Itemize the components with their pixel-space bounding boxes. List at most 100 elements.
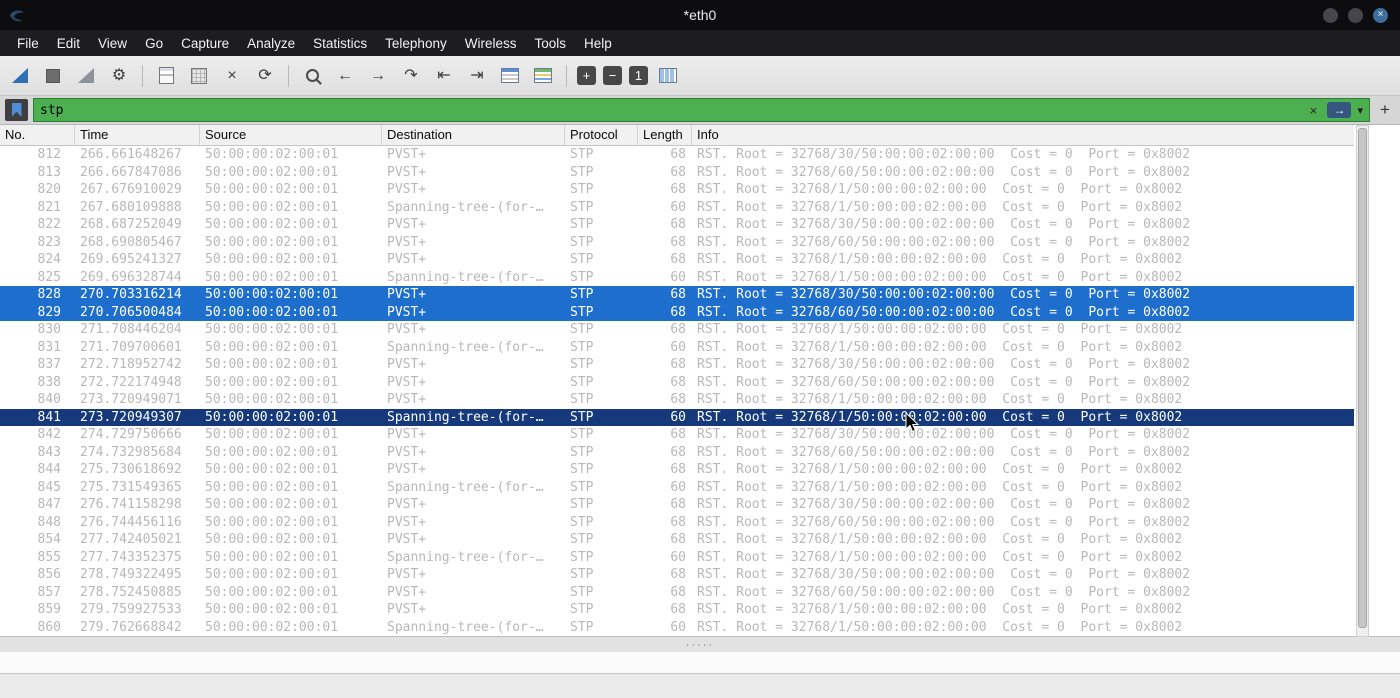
maximize-button[interactable] <box>1348 7 1363 23</box>
scrollbar-thumb[interactable] <box>1358 128 1367 628</box>
colorize-icon[interactable] <box>530 63 556 89</box>
packet-row-844[interactable]: 844 275.730618692 50:00:00:02:00:01 PVST+ ST… <box>0 461 1354 479</box>
packet-row-843[interactable]: 843 274.732985684 50:00:00:02:00:01 PVST+ ST… <box>0 444 1354 462</box>
menu-edit[interactable]: Edit <box>48 30 89 56</box>
last-packet-glyph: ⇥ <box>470 66 484 84</box>
stop-capture-icon[interactable] <box>40 63 66 89</box>
packet-row-848[interactable]: 848 276.744456116 50:00:00:02:00:01 PVST+ ST… <box>0 514 1354 532</box>
save-file-icon[interactable] <box>186 63 212 89</box>
cell-time: 269.695241327 <box>80 252 182 267</box>
find-packet-icon[interactable] <box>299 63 325 89</box>
cell-protocol: STP <box>570 567 594 582</box>
cell-time: 269.696328744 <box>80 269 182 285</box>
packet-row-831[interactable]: 831 271.709700601 50:00:00:02:00:01 Spannin… <box>0 339 1354 357</box>
column-header-protocol[interactable]: Protocol <box>565 125 638 145</box>
cell-source: 50:00:00:02:00:01 <box>205 234 339 250</box>
open-file-icon[interactable] <box>153 63 179 89</box>
go-back-icon[interactable]: ← <box>332 63 358 89</box>
packet-row-840[interactable]: 840 273.720949071 50:00:00:02:00:01 PVST+ ST… <box>0 391 1354 409</box>
go-to-packet-icon[interactable]: ↷ <box>398 63 424 89</box>
zoom-100-icon[interactable]: 1 <box>629 66 648 85</box>
packet-row-857[interactable]: 857 278.752450885 50:00:00:02:00:01 PVST+ ST… <box>0 584 1354 602</box>
column-header-no[interactable]: No. <box>0 125 75 145</box>
auto-scroll-icon[interactable] <box>497 63 523 89</box>
go-forward-icon[interactable]: → <box>365 63 391 89</box>
start-capture-icon[interactable] <box>7 63 33 89</box>
zoom-out-icon[interactable]: − <box>603 66 622 85</box>
menu-statistics[interactable]: Statistics <box>304 30 376 56</box>
packet-row-855[interactable]: 855 277.743352375 50:00:00:02:00:01 Spannin… <box>0 549 1354 567</box>
filter-add-button[interactable]: + <box>1375 100 1395 120</box>
cell-destination: PVST+ <box>387 392 427 407</box>
zoom-in-icon[interactable]: + <box>577 66 596 85</box>
packet-row-820[interactable]: 820 267.676910029 50:00:00:02:00:01 PVST+ ST… <box>0 181 1354 199</box>
menu-telephony[interactable]: Telephony <box>376 30 456 56</box>
first-packet-icon[interactable]: ⇤ <box>431 63 457 89</box>
packet-row-854[interactable]: 854 277.742405021 50:00:00:02:00:01 PVST+ ST… <box>0 531 1354 549</box>
close-file-icon[interactable]: × <box>219 63 245 89</box>
cell-time: 266.661648267 <box>80 147 182 162</box>
cell-protocol: STP <box>570 392 594 407</box>
filter-bookmark-button[interactable] <box>5 99 28 121</box>
display-filter-field[interactable]: stp × → ▾ <box>33 98 1370 122</box>
toolbar-separator <box>142 64 143 87</box>
packet-row-842[interactable]: 842 274.729750666 50:00:00:02:00:01 PVST+ ST… <box>0 426 1354 444</box>
column-header-time[interactable]: Time <box>75 125 200 145</box>
vertical-scrollbar[interactable] <box>1356 125 1369 637</box>
packet-row-838[interactable]: 838 272.722174948 50:00:00:02:00:01 PVST+ ST… <box>0 374 1354 392</box>
filter-apply-icon[interactable]: → <box>1327 102 1352 118</box>
cell-info: RST. Root = 32768/1/50:00:00:02:00:00 Co… <box>697 392 1183 407</box>
packet-row-845[interactable]: 845 275.731549365 50:00:00:02:00:01 Spannin… <box>0 479 1354 497</box>
menu-capture[interactable]: Capture <box>172 30 238 56</box>
column-header-info[interactable]: Info <box>692 125 1354 145</box>
filter-dropdown-icon[interactable]: ▾ <box>1357 104 1363 117</box>
packet-row-830[interactable]: 830 271.708446204 50:00:00:02:00:01 PVST+ ST… <box>0 321 1354 339</box>
column-header-destination[interactable]: Destination <box>382 125 565 145</box>
packet-row-825[interactable]: 825 269.696328744 50:00:00:02:00:01 Spannin… <box>0 269 1354 287</box>
packet-row-837[interactable]: 837 272.718952742 50:00:00:02:00:01 PVST+ ST… <box>0 356 1354 374</box>
packet-row-847[interactable]: 847 276.741158298 50:00:00:02:00:01 PVST+ ST… <box>0 496 1354 514</box>
cell-no: 842 <box>37 427 61 442</box>
packet-row-822[interactable]: 822 268.687252049 50:00:00:02:00:01 PVST+ ST… <box>0 216 1354 234</box>
packet-row-813[interactable]: 813 266.667847086 50:00:00:02:00:01 PVST+ ST… <box>0 164 1354 182</box>
packet-row-829[interactable]: 829 270.706500484 50:00:00:02:00:01 PVST+ ST… <box>0 303 1354 321</box>
display-filter-value[interactable]: stp <box>40 103 1299 118</box>
menu-analyze[interactable]: Analyze <box>238 30 304 56</box>
pane-splitter[interactable]: ····· <box>0 636 1400 652</box>
packet-row-856[interactable]: 856 278.749322495 50:00:00:02:00:01 PVST+ ST… <box>0 566 1354 584</box>
capture-options-icon[interactable]: ⚙ <box>106 63 132 89</box>
menu-go[interactable]: Go <box>136 30 172 56</box>
packet-row-828[interactable]: 828 270.703316214 50:00:00:02:00:01 PVST+ ST… <box>0 286 1354 304</box>
column-header-length[interactable]: Length <box>638 125 692 145</box>
restart-capture-glyph <box>78 68 94 83</box>
cell-length: 68 <box>670 322 686 337</box>
cell-info: RST. Root = 32768/1/50:00:00:02:00:00 Co… <box>697 619 1183 635</box>
menu-tools[interactable]: Tools <box>525 30 575 56</box>
menu-file[interactable]: File <box>8 30 48 56</box>
resize-columns-icon[interactable] <box>655 63 681 89</box>
packet-row-812[interactable]: 812 266.661648267 50:00:00:02:00:01 PVST+ ST… <box>0 146 1354 164</box>
filter-clear-icon[interactable]: × <box>1305 103 1321 118</box>
last-packet-icon[interactable]: ⇥ <box>464 63 490 89</box>
menu-view[interactable]: View <box>89 30 136 56</box>
menu-wireless[interactable]: Wireless <box>456 30 526 56</box>
minimize-button[interactable] <box>1323 7 1338 23</box>
cell-time: 277.743352375 <box>80 549 182 565</box>
packet-row-860[interactable]: 860 279.762668842 50:00:00:02:00:01 Spannin… <box>0 619 1354 637</box>
cell-no: 829 <box>37 304 61 320</box>
packet-row-821[interactable]: 821 267.680109888 50:00:00:02:00:01 Spannin… <box>0 199 1354 217</box>
cell-time: 276.741158298 <box>80 497 182 512</box>
packet-row-823[interactable]: 823 268.690805467 50:00:00:02:00:01 PVST+ ST… <box>0 234 1354 252</box>
reload-icon[interactable]: ⟳ <box>252 63 278 89</box>
packet-row-824[interactable]: 824 269.695241327 50:00:00:02:00:01 PVST+ ST… <box>0 251 1354 269</box>
cell-no: 843 <box>37 444 61 460</box>
packet-row-859[interactable]: 859 279.759927533 50:00:00:02:00:01 PVST+ ST… <box>0 601 1354 619</box>
main-toolbar: ⚙ × ⟳ ← → ↷ ⇤ ⇥ + − 1 <box>0 56 1400 96</box>
mouse-cursor <box>905 412 920 433</box>
column-header-source[interactable]: Source <box>200 125 382 145</box>
close-button[interactable]: × <box>1373 7 1388 23</box>
restart-capture-icon[interactable] <box>73 63 99 89</box>
menu-help[interactable]: Help <box>575 30 621 56</box>
packet-row-841[interactable]: 841 273.720949307 50:00:00:02:00:01 Spannin… <box>0 408 1354 426</box>
cell-protocol: STP <box>570 339 594 355</box>
